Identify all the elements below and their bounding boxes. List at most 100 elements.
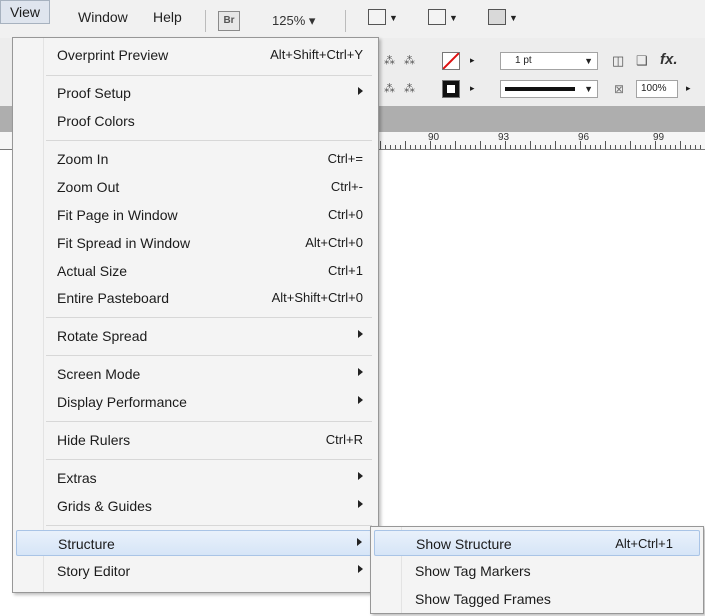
fill-swatch[interactable] (442, 52, 460, 70)
stroke-type-dropdown[interactable]: ▼ (500, 80, 598, 98)
ruler-tick (625, 145, 626, 149)
menu-view[interactable]: View (0, 0, 50, 24)
submenu-arrow-icon (358, 500, 363, 508)
opacity-field[interactable]: 100% (636, 80, 678, 98)
align-icon[interactable]: ⁂ (384, 54, 395, 67)
menu-item-label: Extras (57, 470, 97, 486)
ruler-tick (590, 145, 591, 149)
menu-item-label: Structure (58, 536, 115, 552)
menu-separator (46, 525, 372, 526)
ruler-tick (420, 145, 421, 149)
opacity-arrow-icon[interactable]: ▸ (686, 83, 691, 94)
distribute-icon[interactable]: ⁂ (404, 82, 415, 95)
menu-item-show-tag-markers[interactable]: Show Tag Markers (374, 558, 700, 584)
frame-fitting-icon[interactable]: ◫ (612, 53, 624, 69)
ruler-tick (620, 145, 621, 149)
ruler-tick (630, 141, 631, 149)
menu-item-screen-mode[interactable]: Screen Mode (16, 361, 375, 387)
stroke-swatch[interactable] (442, 80, 460, 98)
menu-help[interactable]: Help (153, 9, 182, 25)
ruler-tick (445, 145, 446, 149)
chevron-down-icon: ▼ (509, 13, 518, 23)
menu-item-label: Zoom In (57, 151, 109, 167)
drop-shadow-icon[interactable]: ❑ (636, 53, 648, 69)
stroke-weight-field[interactable]: 1 pt ▼ (500, 52, 598, 70)
menu-separator (46, 317, 372, 318)
ruler-tick (540, 145, 541, 149)
menu-item-display-performance[interactable]: Display Performance (16, 389, 375, 415)
arrange-documents-icon (488, 9, 506, 25)
menu-item-actual-size[interactable]: Actual Size Ctrl+1 (16, 258, 375, 284)
stroke-swatch-icon (447, 85, 455, 93)
ruler-tick (435, 145, 436, 149)
submenu-arrow-icon (357, 538, 362, 546)
ruler-tick (525, 145, 526, 149)
stroke-menu-arrow-icon[interactable]: ▸ (470, 83, 475, 94)
menu-item-zoom-in[interactable]: Zoom In Ctrl+= (16, 146, 375, 172)
chevron-down-icon: ▼ (389, 13, 398, 23)
menu-item-proof-setup[interactable]: Proof Setup (16, 80, 375, 106)
ruler-tick (560, 145, 561, 149)
menu-item-label: Hide Rulers (57, 432, 131, 448)
menu-item-label: Fit Spread in Window (57, 235, 191, 251)
bridge-button[interactable]: Br (218, 11, 240, 31)
stroke-type-preview (505, 87, 575, 91)
ruler-tick (520, 145, 521, 149)
zoom-level-dropdown[interactable]: 125% ▾ (272, 13, 315, 29)
ruler-tick (515, 145, 516, 149)
menu-item-label: Show Structure (416, 536, 512, 552)
fill-menu-arrow-icon[interactable]: ▸ (470, 55, 475, 66)
submenu-arrow-icon (358, 330, 363, 338)
ruler-tick (385, 145, 386, 149)
ruler-tick (685, 145, 686, 149)
menu-item-label: Entire Pasteboard (57, 290, 170, 306)
ruler-tick (380, 141, 381, 149)
menu-item-fit-spread[interactable]: Fit Spread in Window Alt+Ctrl+0 (16, 230, 375, 256)
ruler-tick (450, 145, 451, 149)
menu-item-hide-rulers[interactable]: Hide Rulers Ctrl+R (16, 427, 375, 453)
view-menu: Overprint Preview Alt+Shift+Ctrl+Y Proof… (12, 37, 379, 593)
ruler-tick (650, 145, 651, 149)
ruler-tick (535, 145, 536, 149)
submenu-arrow-icon (358, 472, 363, 480)
ruler-tick (670, 145, 671, 149)
ruler-tick (545, 145, 546, 149)
opacity-icon: ⊠ (614, 82, 625, 96)
distribute-icon[interactable]: ⁂ (404, 54, 415, 67)
menu-window[interactable]: Window (78, 9, 128, 25)
screen-mode-button[interactable]: ▼ (428, 9, 460, 29)
menu-item-overprint-preview[interactable]: Overprint Preview Alt+Shift+Ctrl+Y (16, 42, 375, 68)
ruler-tick (500, 145, 501, 149)
menu-separator (46, 140, 372, 141)
menu-item-structure[interactable]: Structure (16, 530, 375, 556)
menu-item-extras[interactable]: Extras (16, 465, 375, 491)
ruler-tick (410, 145, 411, 149)
chevron-down-icon: ▼ (584, 56, 593, 66)
menu-item-shortcut: Alt+Shift+Ctrl+Y (270, 47, 363, 62)
ruler-tick (565, 145, 566, 149)
effects-button[interactable]: fx. (660, 51, 678, 68)
menu-item-fit-page[interactable]: Fit Page in Window Ctrl+0 (16, 202, 375, 228)
menu-item-shortcut: Ctrl+0 (327, 207, 363, 222)
menu-item-show-tagged-frames[interactable]: Show Tagged Frames (374, 586, 700, 612)
menu-item-label: Show Tagged Frames (415, 591, 551, 607)
menu-item-story-editor[interactable]: Story Editor (16, 558, 375, 584)
ruler-tick (455, 141, 456, 149)
menu-item-proof-colors[interactable]: Proof Colors (16, 108, 375, 134)
menu-item-entire-pasteboard[interactable]: Entire Pasteboard Alt+Shift+Ctrl+0 (16, 285, 375, 311)
ruler-tick (465, 145, 466, 149)
menu-separator (46, 421, 372, 422)
menu-item-rotate-spread[interactable]: Rotate Spread (16, 323, 375, 349)
arrange-documents-button[interactable]: ▼ (488, 9, 520, 29)
menu-item-grids-guides[interactable]: Grids & Guides (16, 493, 375, 519)
align-icon[interactable]: ⁂ (384, 82, 395, 95)
menu-separator (46, 355, 372, 356)
view-options-button[interactable]: ▼ (368, 9, 400, 29)
ruler-tick (570, 145, 571, 149)
menu-item-show-structure[interactable]: Show Structure Alt+Ctrl+1 (374, 530, 700, 556)
ruler-tick (550, 145, 551, 149)
screen-mode-icon (428, 9, 446, 25)
menu-item-zoom-out[interactable]: Zoom Out Ctrl+- (16, 174, 375, 200)
structure-submenu: Show Structure Alt+Ctrl+1 Show Tag Marke… (370, 526, 704, 614)
ruler-tick (690, 145, 691, 149)
